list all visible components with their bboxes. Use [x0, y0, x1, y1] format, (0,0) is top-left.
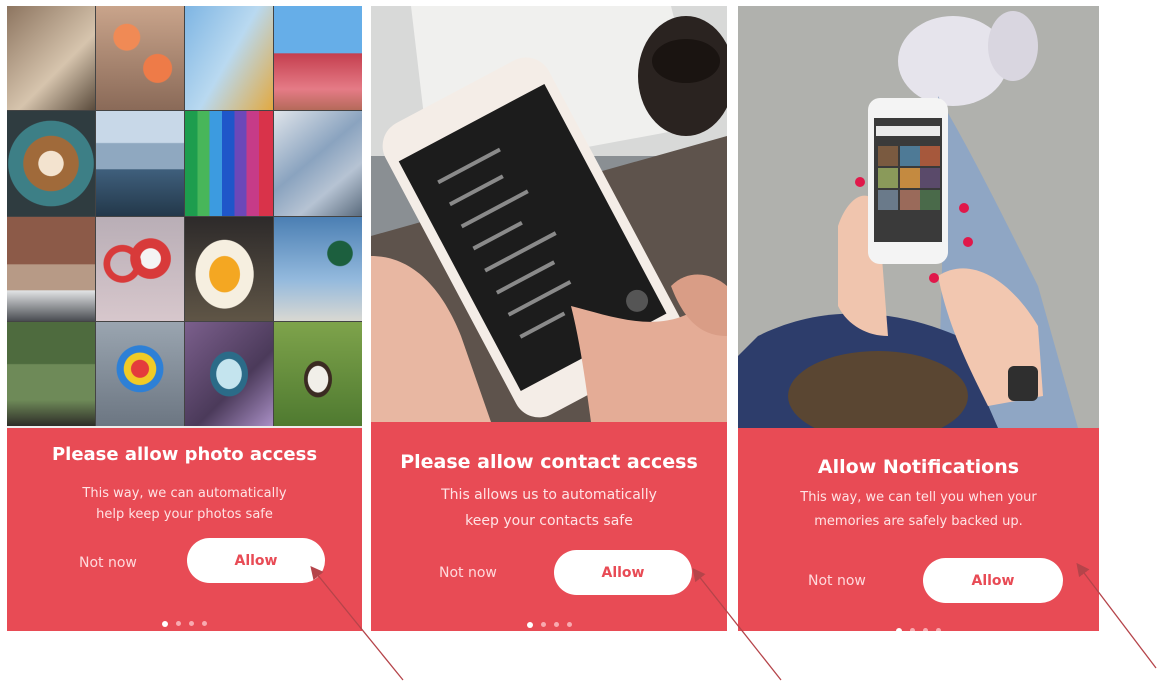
arrow-allow-contact — [692, 567, 782, 681]
arrow-allow-photo — [310, 565, 404, 681]
arrow-allow-notifications — [1076, 562, 1157, 669]
annotation-arrows — [310, 562, 1157, 681]
